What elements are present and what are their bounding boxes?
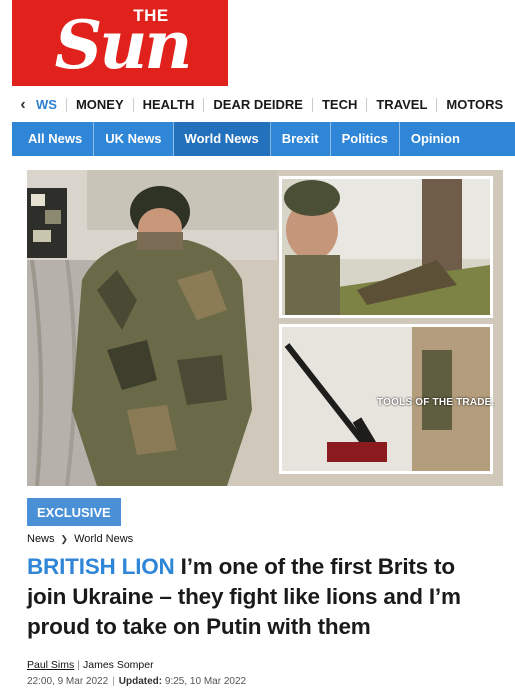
timestamp-divider: | <box>112 676 115 687</box>
breadcrumb-world-news[interactable]: World News <box>74 533 133 545</box>
updated-time: 9:25, 10 Mar 2022 <box>164 676 247 687</box>
hero-photo-composite <box>27 170 503 486</box>
author-link[interactable]: Paul Sims <box>27 659 74 671</box>
top-nav-item-motors[interactable]: MOTORS <box>437 98 512 112</box>
section-nav-all-news[interactable]: All News <box>12 122 95 156</box>
article-timestamps: 22:00, 9 Mar 2022 | Updated: 9:25, 10 Mar … <box>27 676 246 687</box>
section-nav: All News UK News World News Brexit Polit… <box>12 122 515 156</box>
top-nav-item-money[interactable]: MONEY <box>67 98 134 112</box>
byline-divider: | <box>77 659 80 671</box>
top-nav-item-news[interactable]: WS <box>34 98 67 112</box>
hero-caption: TOOLS OF THE TRADE. <box>377 397 495 408</box>
article-headline: BRITISH LION I’m one of the first Brits … <box>27 552 497 642</box>
chevron-left-icon[interactable]: ‹ <box>12 96 34 114</box>
section-nav-world-news[interactable]: World News <box>173 122 271 156</box>
the-sun-logo[interactable]: THE Sun <box>12 0 228 86</box>
chevron-right-icon: ❯ <box>60 533 69 544</box>
top-nav-item-tech[interactable]: TECH <box>313 98 368 112</box>
headline-kicker: BRITISH LION <box>27 554 175 579</box>
breadcrumb-news[interactable]: News <box>27 533 55 545</box>
section-nav-uk-news[interactable]: UK News <box>94 122 174 156</box>
exclusive-badge: EXCLUSIVE <box>27 498 121 526</box>
updated-label: Updated: <box>118 676 163 687</box>
section-nav-opinion[interactable]: Opinion <box>400 122 471 156</box>
section-nav-brexit[interactable]: Brexit <box>271 122 331 156</box>
logo-sun-text: Sun <box>54 6 193 84</box>
top-nav-item-health[interactable]: HEALTH <box>134 98 205 112</box>
section-nav-politics[interactable]: Politics <box>331 122 400 156</box>
breadcrumb: News ❯ World News <box>27 533 133 545</box>
hero-image[interactable]: TOOLS OF THE TRADE. <box>27 170 503 486</box>
top-nav-item-travel[interactable]: TRAVEL <box>367 98 438 112</box>
author-name[interactable]: James Somper <box>83 659 154 671</box>
top-nav-item-dear-deidre[interactable]: DEAR DEIDRE <box>204 98 313 112</box>
published-time: 22:00, 9 Mar 2022 <box>27 676 109 687</box>
site-header: THE Sun <box>0 0 515 92</box>
top-nav: ‹ WS MONEY HEALTH DEAR DEIDRE TECH TRAVE… <box>12 90 515 120</box>
byline: Paul Sims | James Somper <box>27 659 154 671</box>
